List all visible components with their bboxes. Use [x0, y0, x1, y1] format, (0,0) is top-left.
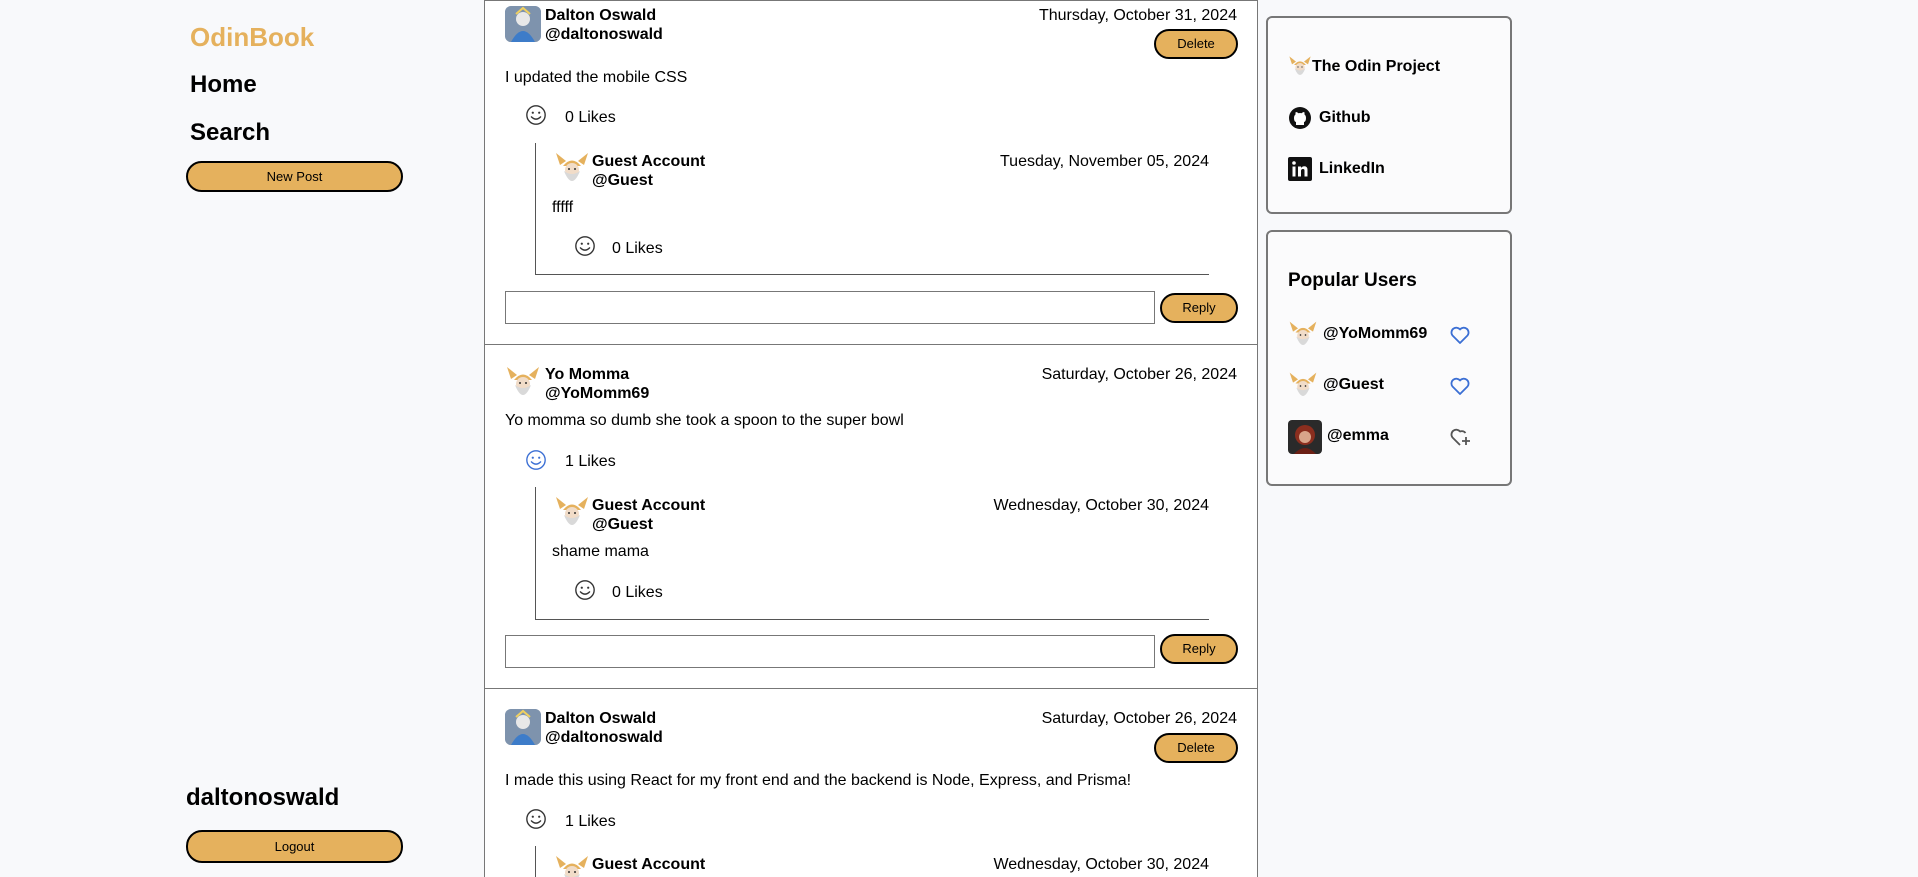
left-sidebar: OdinBook Home Search New Post daltonoswa…	[186, 0, 406, 877]
avatar[interactable]	[505, 365, 541, 401]
like-count: 0 Likes	[565, 109, 616, 126]
user-avatar-icon	[505, 6, 541, 42]
post-feed: Dalton Oswald @daltonoswald Thursday, Oc…	[484, 0, 1258, 877]
comment-date: Tuesday, November 05, 2024	[999, 153, 1209, 170]
viking-avatar-icon	[505, 365, 541, 401]
github-icon	[1289, 107, 1311, 129]
post-date: Saturday, October 26, 2024	[1041, 710, 1237, 727]
post-card: Yo Momma @YoMomm69 Saturday, October 26,…	[485, 345, 1257, 689]
like-smiley-icon[interactable]	[525, 104, 547, 126]
avatar[interactable]	[554, 495, 590, 531]
popular-user-handle[interactable]: @YoMomm69	[1323, 325, 1427, 343]
viking-avatar-icon	[554, 854, 590, 877]
post-author-handle[interactable]: @daltonoswald	[545, 26, 663, 44]
heart-plus-icon[interactable]	[1448, 425, 1472, 449]
popular-user-handle[interactable]: @emma	[1327, 427, 1389, 445]
comment-date: Wednesday, October 30, 2024	[993, 856, 1209, 873]
popular-users-title: Popular Users	[1288, 270, 1417, 291]
brand-logo[interactable]: OdinBook	[190, 22, 314, 53]
like-count: 1 Likes	[565, 453, 616, 470]
viking-avatar-icon[interactable]	[1288, 318, 1318, 352]
viking-avatar-icon[interactable]	[1288, 369, 1318, 403]
link-label: LinkedIn	[1319, 160, 1385, 177]
comment-body: shame mama	[552, 543, 649, 560]
popular-user-row: @Guest	[1288, 369, 1498, 403]
current-username[interactable]: daltonoswald	[186, 784, 339, 812]
viking-avatar-icon	[554, 495, 590, 531]
new-post-button[interactable]: New Post	[186, 161, 403, 192]
heart-icon[interactable]	[1448, 323, 1472, 347]
comment-card: Guest Account @Guest Tuesday, November 0…	[535, 143, 1209, 275]
reply-input[interactable]	[505, 635, 1155, 668]
post-author-name[interactable]: Dalton Oswald	[545, 7, 656, 25]
viking-avatar-icon	[554, 151, 590, 187]
post-date: Thursday, October 31, 2024	[1038, 7, 1237, 24]
reply-button[interactable]: Reply	[1160, 634, 1238, 664]
comment-author-name[interactable]: Guest Account	[592, 153, 705, 171]
popular-user-row: @emma	[1288, 420, 1498, 454]
post-author-name[interactable]: Yo Momma	[545, 366, 629, 384]
like-count: 0 Likes	[612, 584, 663, 601]
delete-post-button[interactable]: Delete	[1154, 29, 1238, 59]
like-count: 1 Likes	[565, 813, 616, 830]
post-body: I made this using React for my front end…	[505, 772, 1132, 789]
delete-post-button[interactable]: Delete	[1154, 733, 1238, 763]
post-card: Dalton Oswald @daltonoswald Saturday, Oc…	[485, 689, 1257, 877]
user-photo-avatar-icon[interactable]	[1288, 420, 1322, 454]
odin-project-icon	[1288, 54, 1312, 80]
like-smiley-icon[interactable]	[574, 235, 596, 257]
post-author-handle[interactable]: @daltonoswald	[545, 729, 663, 747]
heart-icon[interactable]	[1448, 374, 1472, 398]
comment-card: Guest Account @Guest Wednesday, October …	[535, 487, 1209, 620]
linkedin-link[interactable]: LinkedIn	[1288, 156, 1408, 182]
comment-card: Guest Account Wednesday, October 30, 202…	[535, 846, 1209, 877]
like-smiley-icon[interactable]	[574, 579, 596, 601]
logout-button[interactable]: Logout	[186, 830, 403, 863]
avatar[interactable]	[505, 6, 541, 42]
post-body: I updated the mobile CSS	[505, 69, 688, 86]
popular-user-handle[interactable]: @Guest	[1323, 376, 1384, 394]
avatar[interactable]	[554, 151, 590, 187]
post-date: Saturday, October 26, 2024	[1041, 366, 1237, 383]
github-link[interactable]: Github	[1288, 105, 1408, 131]
comment-date: Wednesday, October 30, 2024	[993, 497, 1209, 514]
post-author-handle[interactable]: @YoMomm69	[545, 385, 649, 403]
post-body: Yo momma so dumb she took a spoon to the…	[505, 412, 904, 429]
comment-author-handle[interactable]: @Guest	[592, 172, 653, 190]
popular-user-row: @YoMomm69	[1288, 318, 1498, 352]
reply-input[interactable]	[505, 291, 1155, 324]
user-avatar-icon	[505, 709, 541, 745]
like-smiley-icon[interactable]	[525, 808, 547, 830]
comment-body: fffff	[552, 199, 574, 216]
odin-project-link[interactable]: The Odin Project	[1288, 54, 1468, 80]
popular-users-panel: Popular Users @YoMomm69 @Guest @emma	[1266, 230, 1512, 486]
comment-author-name[interactable]: Guest Account	[592, 856, 705, 874]
post-card: Dalton Oswald @daltonoswald Thursday, Oc…	[485, 0, 1257, 345]
linkedin-icon	[1288, 157, 1312, 181]
comment-author-name[interactable]: Guest Account	[592, 497, 705, 515]
like-count: 0 Likes	[612, 240, 663, 257]
comment-author-handle[interactable]: @Guest	[592, 516, 653, 534]
external-links-panel: The Odin Project Github LinkedIn	[1266, 16, 1512, 214]
link-label: The Odin Project	[1312, 58, 1441, 75]
post-author-name[interactable]: Dalton Oswald	[545, 710, 656, 728]
liked-smiley-icon[interactable]	[525, 449, 547, 471]
avatar[interactable]	[505, 709, 541, 745]
nav-search-link[interactable]: Search	[190, 119, 270, 147]
nav-home-link[interactable]: Home	[190, 71, 257, 99]
reply-button[interactable]: Reply	[1160, 293, 1238, 323]
avatar[interactable]	[554, 854, 590, 877]
link-label: Github	[1319, 109, 1371, 126]
